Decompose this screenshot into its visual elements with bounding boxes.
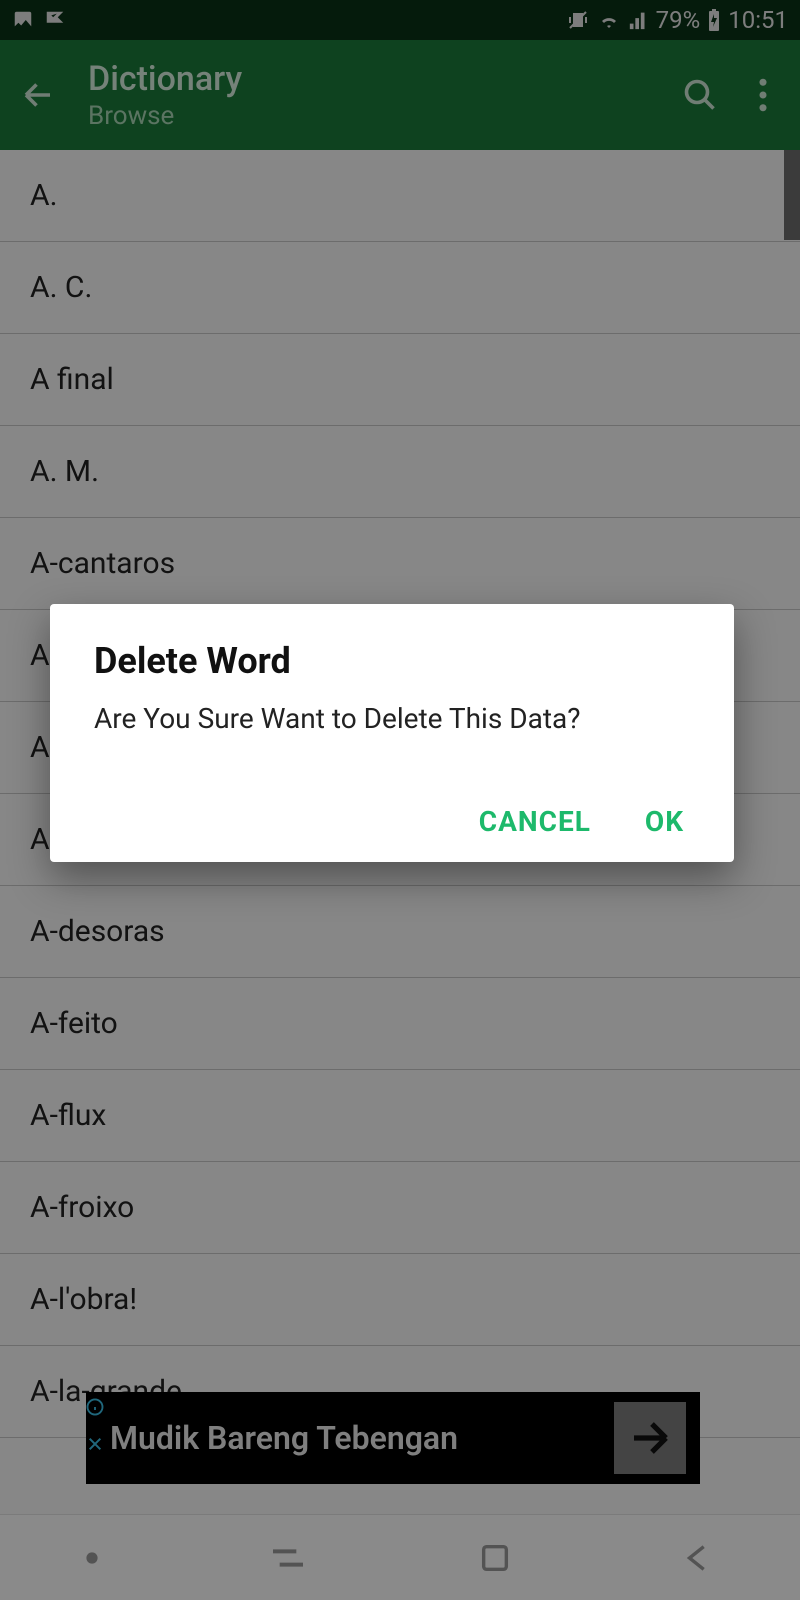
ok-button[interactable]: OK xyxy=(645,805,684,838)
dialog-title: Delete Word xyxy=(94,640,690,682)
dialog-message: Are You Sure Want to Delete This Data? xyxy=(94,702,690,735)
cancel-button[interactable]: CANCEL xyxy=(479,805,591,838)
delete-dialog: Delete Word Are You Sure Want to Delete … xyxy=(50,604,734,862)
